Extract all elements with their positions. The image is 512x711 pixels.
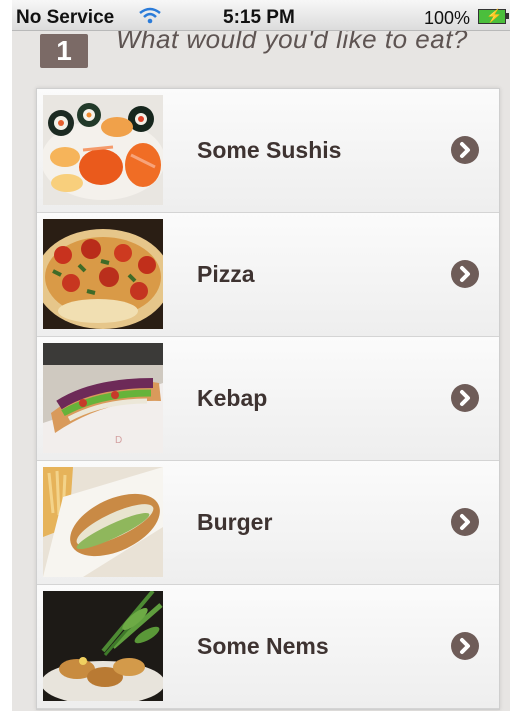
list-item-nems[interactable]: Some Nems (37, 585, 499, 709)
sushi-photo (43, 95, 163, 205)
food-list: Some Sushis Pizza D Kebap Burger Some Ne… (36, 88, 500, 710)
status-bar: No Service 5:15 PM 100% ⚡ (12, 0, 510, 31)
nems-photo (43, 591, 163, 701)
list-item-label: Kebap (197, 385, 268, 411)
chevron-right-icon[interactable] (451, 384, 479, 412)
carrier-label: No Service (16, 7, 115, 28)
kebap-photo: D (43, 343, 163, 453)
list-item-burger[interactable]: Burger (37, 461, 499, 585)
charging-icon: ⚡ (486, 8, 503, 23)
step-badge: 1 (40, 34, 88, 68)
pizza-photo (43, 219, 163, 329)
list-item-sushi[interactable]: Some Sushis (37, 89, 499, 213)
list-item-label: Burger (197, 509, 273, 535)
chevron-right-icon[interactable] (451, 632, 479, 660)
app-screen: No Service 5:15 PM 100% ⚡ 1 What would y… (12, 0, 510, 711)
clock-label: 5:15 PM (223, 7, 295, 28)
list-item-label: Some Sushis (197, 137, 342, 163)
battery-percent: 100% (424, 8, 471, 28)
list-item-label: Some Nems (197, 633, 329, 659)
chevron-right-icon[interactable] (451, 260, 479, 288)
chevron-right-icon[interactable] (451, 136, 479, 164)
list-item-pizza[interactable]: Pizza (37, 213, 499, 337)
chevron-right-icon[interactable] (451, 508, 479, 536)
battery-icon: ⚡ (478, 8, 509, 24)
list-item-label: Pizza (197, 261, 255, 287)
burger-photo (43, 467, 163, 577)
svg-text:D: D (115, 435, 122, 446)
wifi-icon (138, 7, 162, 31)
list-item-kebap[interactable]: D Kebap (37, 337, 499, 461)
